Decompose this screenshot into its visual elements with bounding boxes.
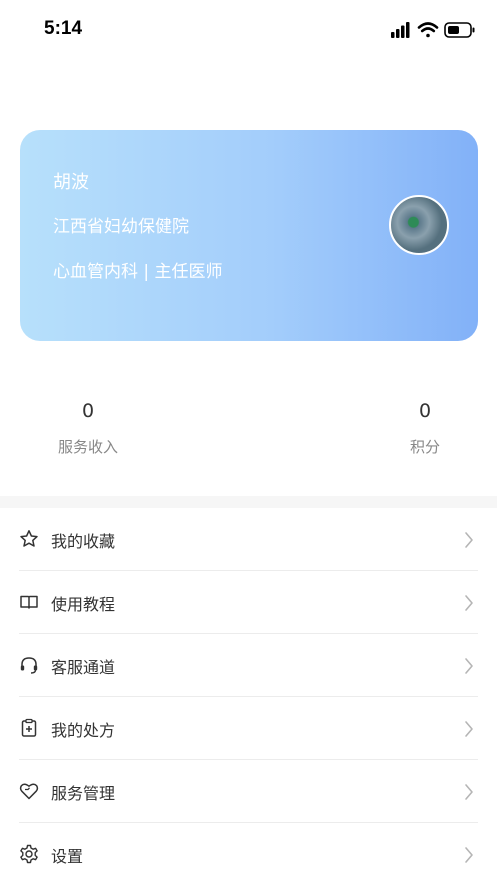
status-bar: 5:14: [0, 0, 497, 60]
headset-icon: [20, 657, 38, 674]
menu-label-service-management: 服务管理: [51, 784, 116, 803]
chevron-right-icon: [465, 721, 473, 737]
chevron-right-icon: [465, 658, 473, 674]
star-icon: [20, 530, 38, 547]
chevron-right-icon: [465, 847, 473, 863]
prescription-icon: [21, 718, 37, 737]
menu-item-prescriptions[interactable]: 我的处方: [19, 697, 478, 760]
points-stat[interactable]: 0 积分: [400, 400, 450, 457]
doctor-name: 胡波: [53, 172, 89, 193]
chevron-right-icon: [465, 532, 473, 548]
menu-item-favorites[interactable]: 我的收藏: [19, 508, 478, 571]
gear-icon: [20, 844, 38, 864]
department-title: 心血管内科 | 主任医师: [53, 262, 223, 282]
status-time: 5:14: [44, 18, 83, 39]
menu-item-tutorial[interactable]: 使用教程: [19, 571, 478, 634]
menu-item-service-management[interactable]: 服务管理: [19, 760, 478, 823]
menu-item-customer-service[interactable]: 客服通道: [19, 634, 478, 697]
chevron-right-icon: [465, 595, 473, 611]
income-label: 服务收入: [57, 438, 118, 456]
hospital-name: 江西省妇幼保健院: [53, 217, 189, 237]
menu-item-settings[interactable]: 设置: [19, 823, 478, 885]
menu-label-tutorial: 使用教程: [51, 595, 116, 614]
heart-icon: [19, 783, 39, 800]
profile-card[interactable]: 胡波 江西省妇幼保健院 心血管内科 | 主任医师: [20, 130, 478, 341]
battery-icon: [444, 22, 475, 38]
chevron-right-icon: [465, 784, 473, 800]
menu-label-settings: 设置: [51, 847, 84, 866]
avatar[interactable]: [389, 195, 449, 255]
points-value: 0: [418, 400, 432, 422]
income-stat[interactable]: 0 服务收入: [50, 400, 126, 457]
status-icons: [391, 22, 475, 38]
menu-label-favorites: 我的收藏: [51, 532, 116, 551]
menu-label-prescriptions: 我的处方: [51, 721, 116, 740]
signal-icon: [391, 22, 410, 38]
menu-list: 我的收藏 使用教程 客服通道 我的处方 服务管理 设置: [0, 508, 497, 885]
book-icon: [20, 595, 38, 609]
wifi-icon: [417, 22, 439, 38]
income-value: 0: [81, 400, 95, 422]
menu-label-customer-service: 客服通道: [51, 658, 116, 677]
section-divider: [0, 496, 497, 508]
points-label: 积分: [409, 438, 440, 456]
